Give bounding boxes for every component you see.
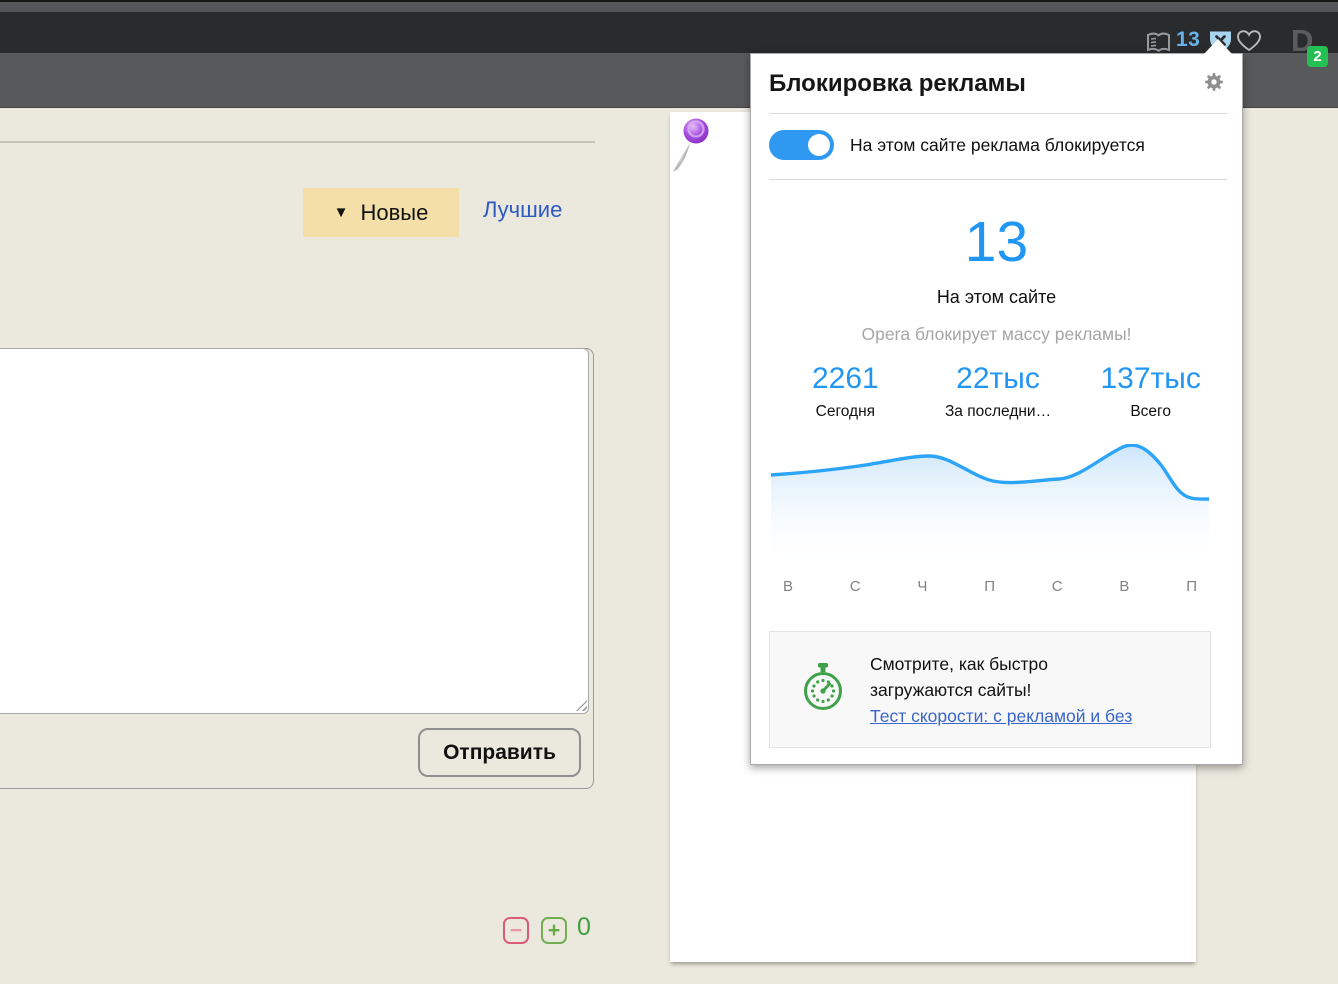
gear-icon[interactable] xyxy=(1203,71,1225,93)
stat-total-value: 137тыс xyxy=(1074,362,1227,396)
pushpin-icon xyxy=(669,114,715,181)
stat-last-period: 22тыс За последни… xyxy=(922,362,1075,421)
day-label: В xyxy=(783,578,793,595)
speed-test-text: Смотрите, как быстро загружаются сайты! … xyxy=(870,651,1132,729)
sort-tab-best[interactable]: Лучшие xyxy=(483,197,562,223)
vote-up-button[interactable]: + xyxy=(541,917,567,944)
stat-today: 2261 Сегодня xyxy=(769,362,922,421)
day-label: П xyxy=(1186,578,1197,595)
heart-bookmark-icon[interactable] xyxy=(1236,29,1262,53)
stat-today-label: Сегодня xyxy=(769,403,922,421)
adblock-popup: Блокировка рекламы На этом сайте реклама… xyxy=(750,53,1243,765)
toggle-knob xyxy=(808,134,830,156)
blocked-on-site-label: На этом сайте xyxy=(751,287,1242,308)
dropdown-arrow-icon: ▼ xyxy=(334,204,349,221)
stopwatch-icon xyxy=(798,661,848,718)
adblock-toggle-row: На этом сайте реклама блокируется xyxy=(769,130,1227,160)
popup-title: Блокировка рекламы xyxy=(769,70,1026,98)
blocked-ads-area-chart xyxy=(771,444,1209,569)
vote-score: 0 xyxy=(577,913,591,942)
popup-divider xyxy=(769,113,1227,114)
popup-arrow-notch xyxy=(1204,39,1232,54)
adblock-toggle-label: На этом сайте реклама блокируется xyxy=(850,135,1145,156)
stat-last-period-label: За последни… xyxy=(922,403,1075,421)
day-label: В xyxy=(1119,578,1129,595)
stat-today-value: 2261 xyxy=(769,362,922,396)
sort-tab-new-label: Новые xyxy=(361,200,429,226)
reading-list-icon[interactable] xyxy=(1145,32,1172,54)
page-header-divider xyxy=(0,141,595,143)
day-label: С xyxy=(1052,578,1063,595)
browser-toolbar: 13 D 2 xyxy=(0,12,1338,53)
window-title-bar xyxy=(0,2,1338,12)
day-label: П xyxy=(984,578,995,595)
popup-divider xyxy=(769,179,1227,180)
popup-subtitle: Opera блокирует массу рекламы! xyxy=(751,324,1242,345)
stats-row: 2261 Сегодня 22тыс За последни… 137тыс В… xyxy=(769,362,1227,421)
blocked-ads-toolbar-count: 13 xyxy=(1176,28,1200,52)
comment-textarea[interactable] xyxy=(0,348,589,714)
stat-last-period-value: 22тыс xyxy=(922,362,1075,396)
blocked-on-site-count: 13 xyxy=(751,209,1242,275)
speed-text-line2: загружаются сайты! xyxy=(870,680,1031,700)
speed-test-box: Смотрите, как быстро загружаются сайты! … xyxy=(769,631,1211,748)
stat-total-label: Всего xyxy=(1074,403,1227,421)
vote-down-button[interactable]: − xyxy=(503,917,529,944)
day-label: С xyxy=(850,578,861,595)
day-label: Ч xyxy=(917,578,927,595)
speed-test-link[interactable]: Тест скорости: с рекламой и без xyxy=(870,706,1132,726)
notification-badge: 2 xyxy=(1307,46,1328,67)
sort-tab-new[interactable]: ▼ Новые xyxy=(303,188,459,237)
speed-text-line1: Смотрите, как быстро xyxy=(870,654,1048,674)
chart-day-labels: В С Ч П С В П xyxy=(771,578,1209,595)
adblock-toggle[interactable] xyxy=(769,130,834,160)
stat-total: 137тыс Всего xyxy=(1074,362,1227,421)
submit-comment-button[interactable]: Отправить xyxy=(418,728,581,777)
